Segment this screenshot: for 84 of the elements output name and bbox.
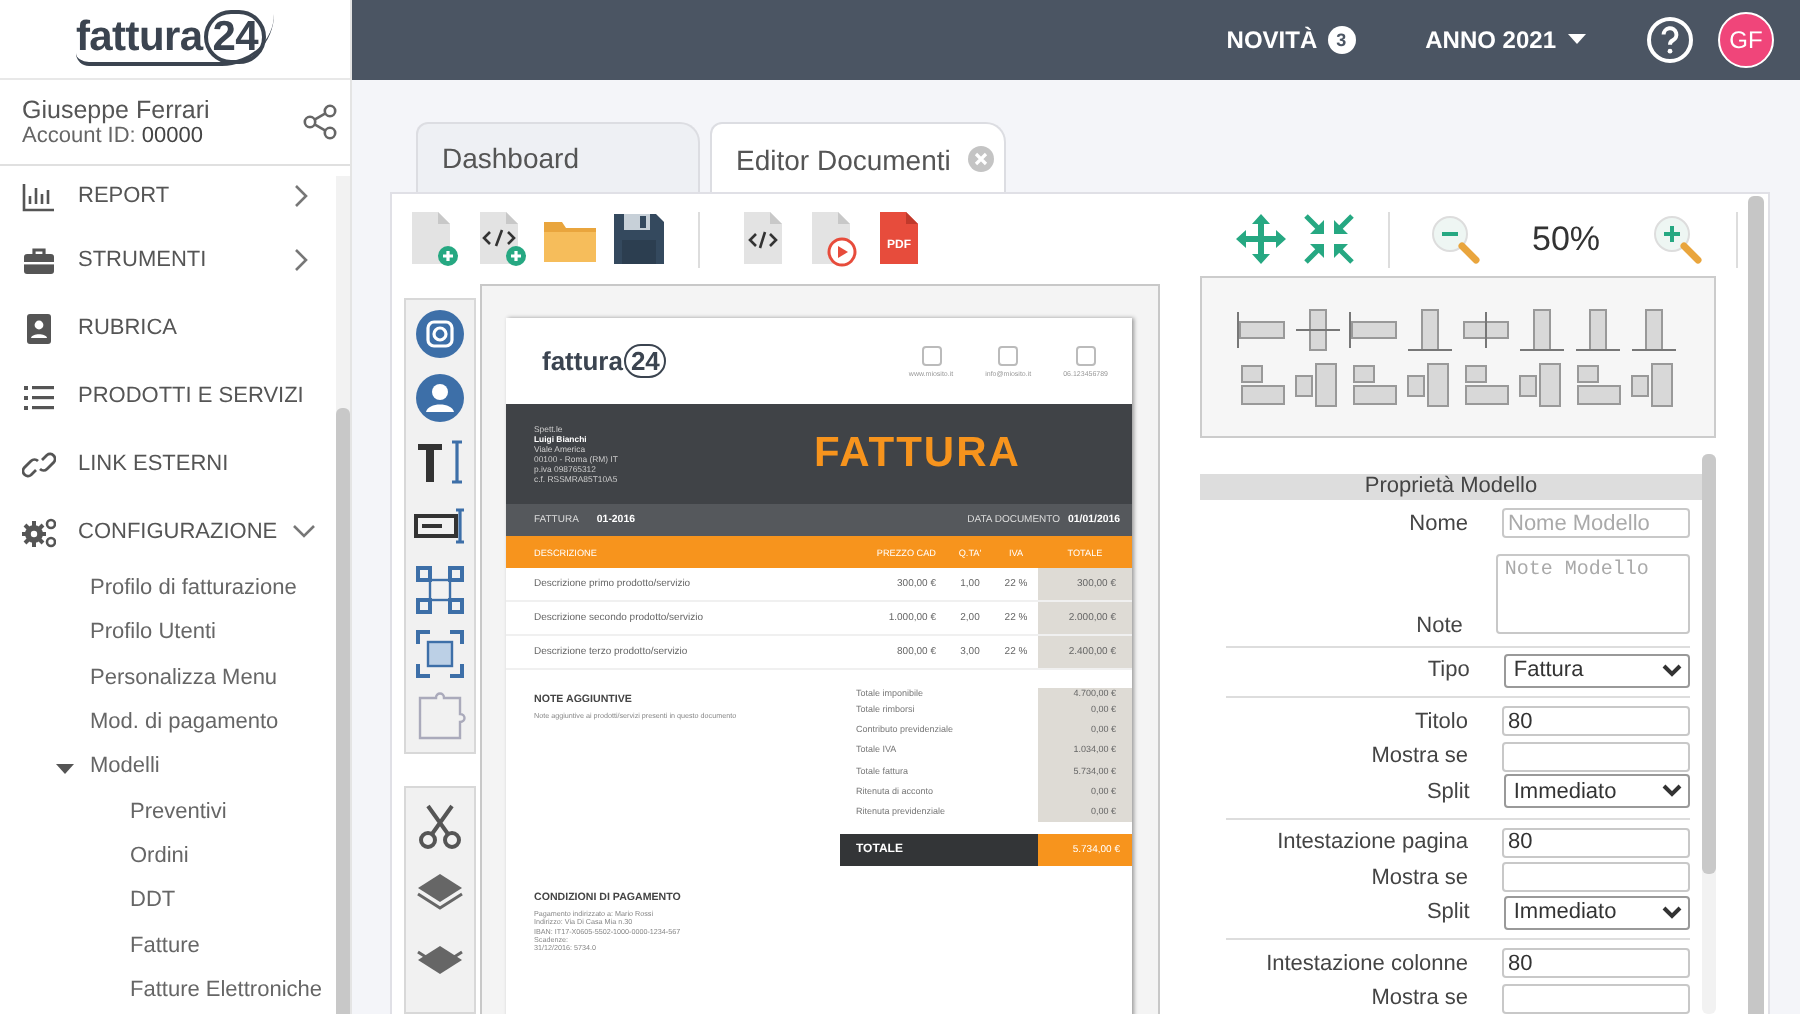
field-label: Note (1414, 613, 1463, 637)
align-icon[interactable] (1290, 303, 1346, 355)
text-field[interactable]: 80 (1502, 948, 1690, 979)
zoom-out-icon[interactable] (1428, 212, 1482, 266)
text-field[interactable] (1502, 741, 1690, 772)
new-code-file-icon[interactable] (474, 210, 528, 268)
submenu-item[interactable]: Mod. di pagamento (0, 699, 336, 745)
selection-frame-icon[interactable] (414, 564, 466, 616)
nav-item[interactable]: LINK ESTERNI (0, 430, 336, 498)
submenu-item[interactable]: Fatture (0, 922, 336, 968)
dropdown[interactable]: Fattura (1503, 653, 1690, 688)
align-icon[interactable] (1402, 303, 1458, 355)
collapse-arrows-icon[interactable] (1302, 212, 1356, 266)
align-icon[interactable] (1514, 303, 1570, 355)
briefcase-icon (22, 243, 56, 277)
app-logo: fattura 24 (75, 13, 274, 65)
tab[interactable]: Dashboard (416, 122, 700, 192)
panel-title: Proprietà Modello (1200, 474, 1702, 500)
dropdown[interactable]: Immediato (1503, 895, 1690, 930)
text-field[interactable] (1502, 862, 1690, 893)
text-field[interactable]: 80 (1502, 827, 1690, 858)
move-arrows-icon[interactable] (1234, 212, 1288, 266)
submenu-item[interactable]: DDT (0, 878, 336, 923)
field-label: Nome (1407, 511, 1468, 536)
field-label: Split (1424, 900, 1470, 925)
person-icon[interactable] (414, 372, 466, 424)
scrollbar[interactable] (1748, 196, 1764, 1014)
text-field[interactable]: Nome Modello (1502, 508, 1690, 539)
submenu-item[interactable]: Modelli (0, 744, 336, 789)
field-label: Titolo (1413, 709, 1468, 734)
contact-icon (921, 345, 941, 365)
new-document-icon[interactable] (406, 210, 460, 268)
year-dropdown[interactable]: ANNO 2021 (1425, 26, 1586, 54)
contact-icon (1075, 345, 1096, 365)
camera-icon[interactable] (414, 308, 466, 360)
field-label: Split (1424, 779, 1470, 804)
zoom-in-icon[interactable] (1650, 212, 1704, 266)
field-label: Intestazione pagina (1275, 830, 1468, 855)
puzzle-icon[interactable] (414, 692, 466, 744)
account-id: Account ID: 00000 (22, 124, 206, 148)
count-badge: 3 (1327, 26, 1356, 54)
align-icon[interactable] (1626, 303, 1682, 355)
submenu-item[interactable]: Fatture Elettroniche (0, 967, 336, 1012)
nav-item[interactable]: PRODOTTI E SERVIZI (0, 362, 336, 430)
user-name: Giuseppe Ferrari (22, 96, 210, 124)
selection-frame-icon[interactable] (414, 628, 466, 680)
gears-icon (22, 515, 56, 549)
text-cursor-icon[interactable] (414, 436, 466, 488)
field-label: Intestazione colonne (1264, 951, 1468, 976)
scrollbar-thumb[interactable] (336, 408, 350, 1014)
nav-item[interactable]: REPORT (0, 166, 336, 226)
text-field[interactable]: 80 (1502, 706, 1690, 737)
contact-card-icon (22, 311, 56, 345)
document-title: FATTURA (814, 430, 1021, 478)
scissors-icon[interactable] (414, 800, 466, 852)
nav-item[interactable]: RUBRICA (0, 294, 336, 362)
tab[interactable]: Editor Documenti (710, 122, 1006, 194)
field-label: Mostra se (1369, 744, 1468, 769)
contact-icon (998, 345, 1019, 365)
nav-item[interactable]: STRUMENTI (0, 226, 336, 294)
field-label: Mostra se (1369, 986, 1468, 1011)
nav-item[interactable]: CONFIGURAZIONE (0, 498, 336, 566)
submenu-item[interactable]: Preventivi (0, 788, 336, 834)
play-file-icon[interactable] (806, 210, 860, 268)
align-icon[interactable] (1570, 303, 1626, 355)
help-icon[interactable] (1646, 16, 1694, 64)
share-icon[interactable] (302, 104, 338, 140)
document-logo: fattura 24 (542, 346, 666, 376)
chart-icon (22, 179, 56, 213)
zoom-level: 50% (1529, 219, 1603, 259)
notes-field[interactable]: Note Modello (1496, 553, 1690, 633)
user-avatar[interactable]: GF (1718, 12, 1774, 68)
caret-down-icon (1568, 34, 1586, 46)
scrollbar-thumb[interactable] (1702, 454, 1716, 874)
field-label: Tipo (1425, 658, 1470, 683)
link-icon (22, 447, 56, 481)
field-label: Mostra se (1369, 865, 1468, 890)
submenu-item[interactable]: Ordini (0, 833, 336, 879)
news-link[interactable]: NOVITÀ (1226, 26, 1318, 54)
text-field[interactable] (1502, 983, 1690, 1014)
dropdown[interactable]: Immediato (1503, 774, 1690, 809)
submenu-item[interactable]: Profilo Utenti (0, 610, 336, 656)
submenu-item[interactable]: Personalizza Menu (0, 655, 336, 700)
submenu-item[interactable]: Profilo di fatturazione (0, 566, 336, 611)
